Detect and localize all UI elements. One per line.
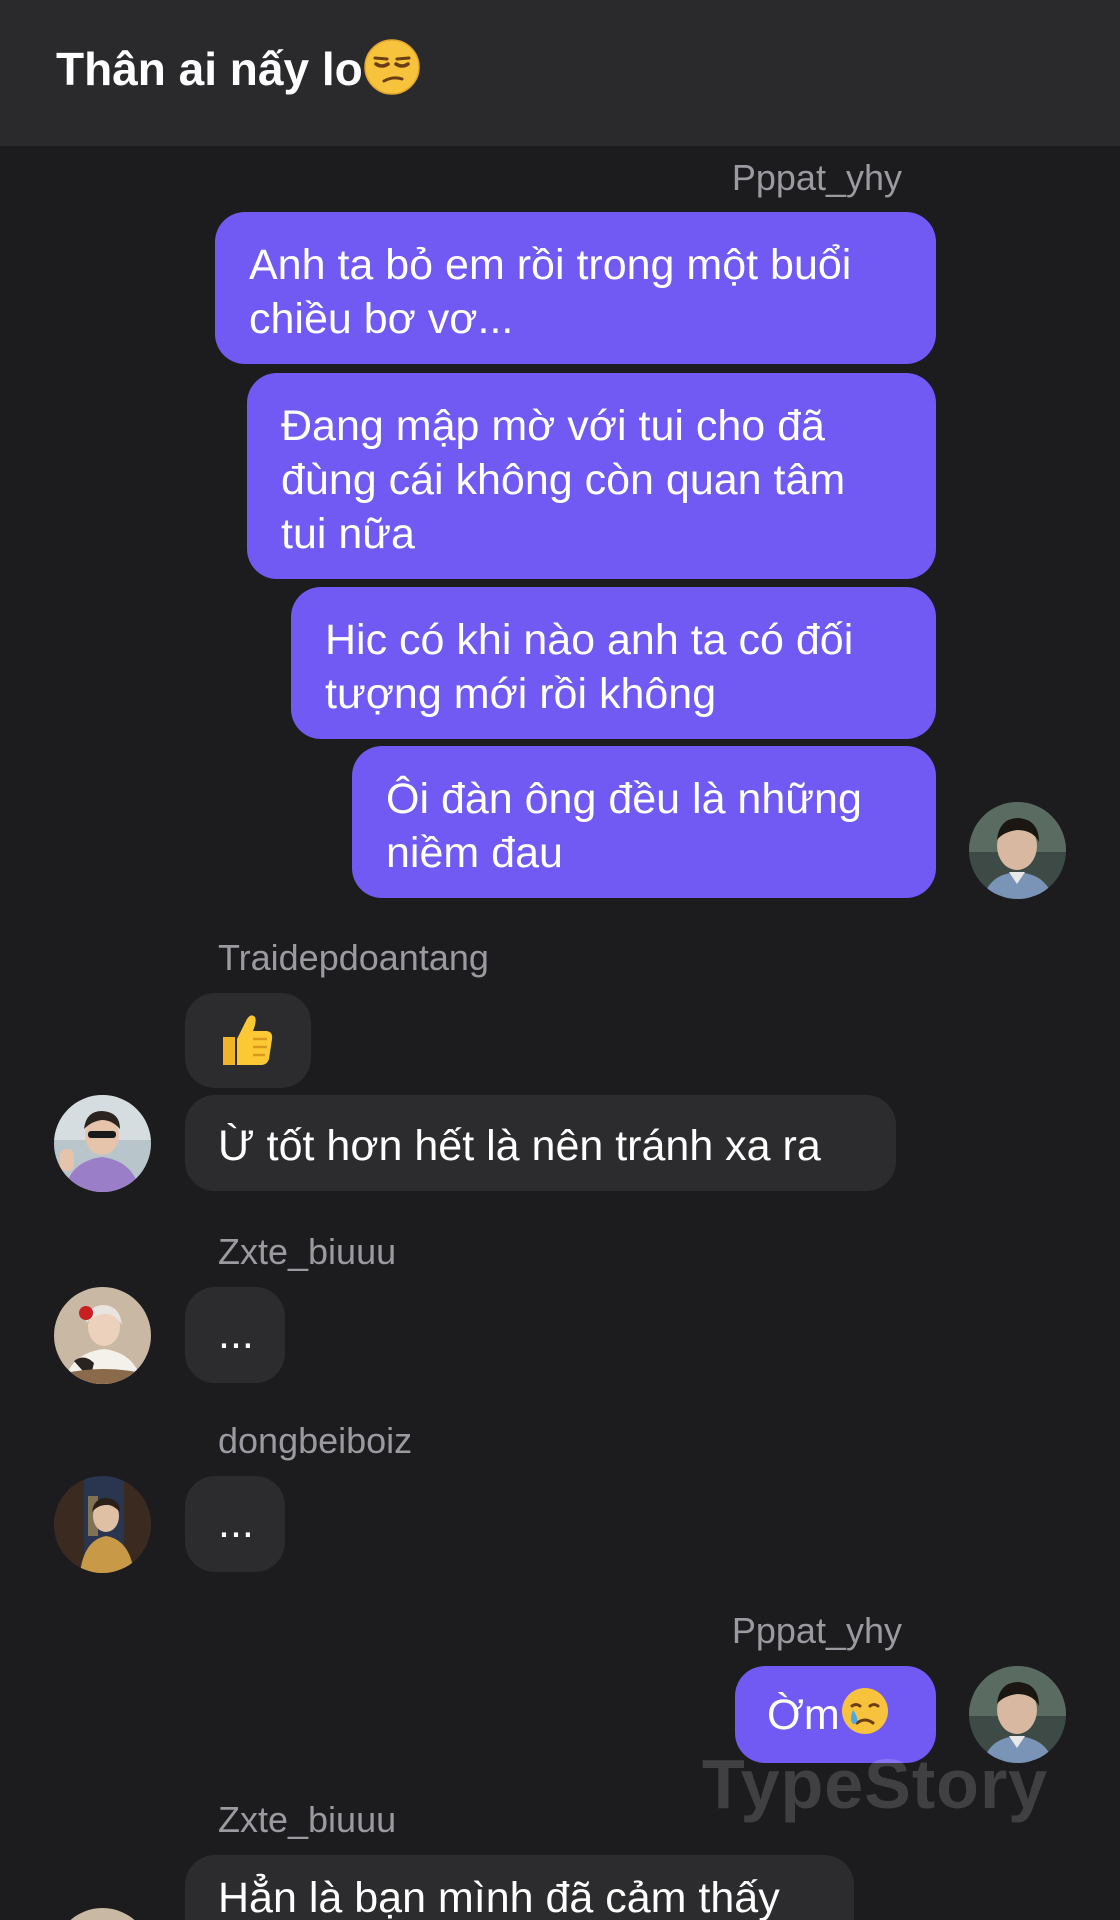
avatar-traidepdoantang[interactable] — [54, 1095, 151, 1192]
outgoing-message-bubble[interactable]: Ôi đàn ông đều là những niềm đau — [352, 746, 936, 898]
chat-title-text: Thân ai nấy lo — [56, 43, 363, 96]
chat-header: Thân ai nấy lo — [0, 0, 1120, 146]
outgoing-message-bubble[interactable]: Hic có khi nào anh ta có đối tượng mới r… — [291, 587, 936, 739]
unamused-face-emoji — [363, 38, 421, 108]
incoming-message-bubble[interactable]: ... — [185, 1476, 285, 1572]
avatar-dongbeiboiz[interactable] — [54, 1476, 151, 1573]
avatar-pppat-yhy[interactable] — [969, 802, 1066, 899]
outgoing-message-text: Ờm — [767, 1690, 840, 1739]
outgoing-message-bubble[interactable]: Đang mập mờ với tui cho đã đùng cái khôn… — [247, 373, 936, 579]
sender-name: Traidepdoantang — [218, 937, 489, 978]
sender-name: Zxte_biuuu — [218, 1799, 397, 1840]
avatar-zxte-biuuu[interactable] — [54, 1287, 151, 1384]
sender-name: Pppat_yhy — [731, 157, 902, 198]
incoming-message-bubble[interactable] — [185, 993, 311, 1088]
sender-name: dongbeiboiz — [218, 1420, 413, 1461]
avatar-zxte-biuuu[interactable] — [54, 1908, 151, 1920]
chat-title: Thân ai nấy lo — [56, 38, 421, 108]
sender-name: Pppat_yhy — [731, 1610, 902, 1651]
chat-screen: Thân ai nấy lo Pppat_yhy Anh ta bỏ em rồ… — [0, 0, 1120, 1920]
crying-face-emoji — [840, 1686, 890, 1749]
thumbs-up-emoji — [215, 1015, 277, 1083]
incoming-message-bubble[interactable]: Ừ tốt hơn hết là nên tránh xa ra — [185, 1095, 896, 1191]
outgoing-message-bubble[interactable]: Anh ta bỏ em rồi trong một buổi chiều bơ… — [215, 212, 936, 364]
sender-name: Zxte_biuuu — [218, 1231, 397, 1272]
incoming-message-bubble[interactable]: Hẳn là bạn mình đã cảm thấy — [185, 1855, 854, 1920]
incoming-message-bubble[interactable]: ... — [185, 1287, 285, 1383]
watermark: TypeStory — [702, 1745, 1049, 1823]
